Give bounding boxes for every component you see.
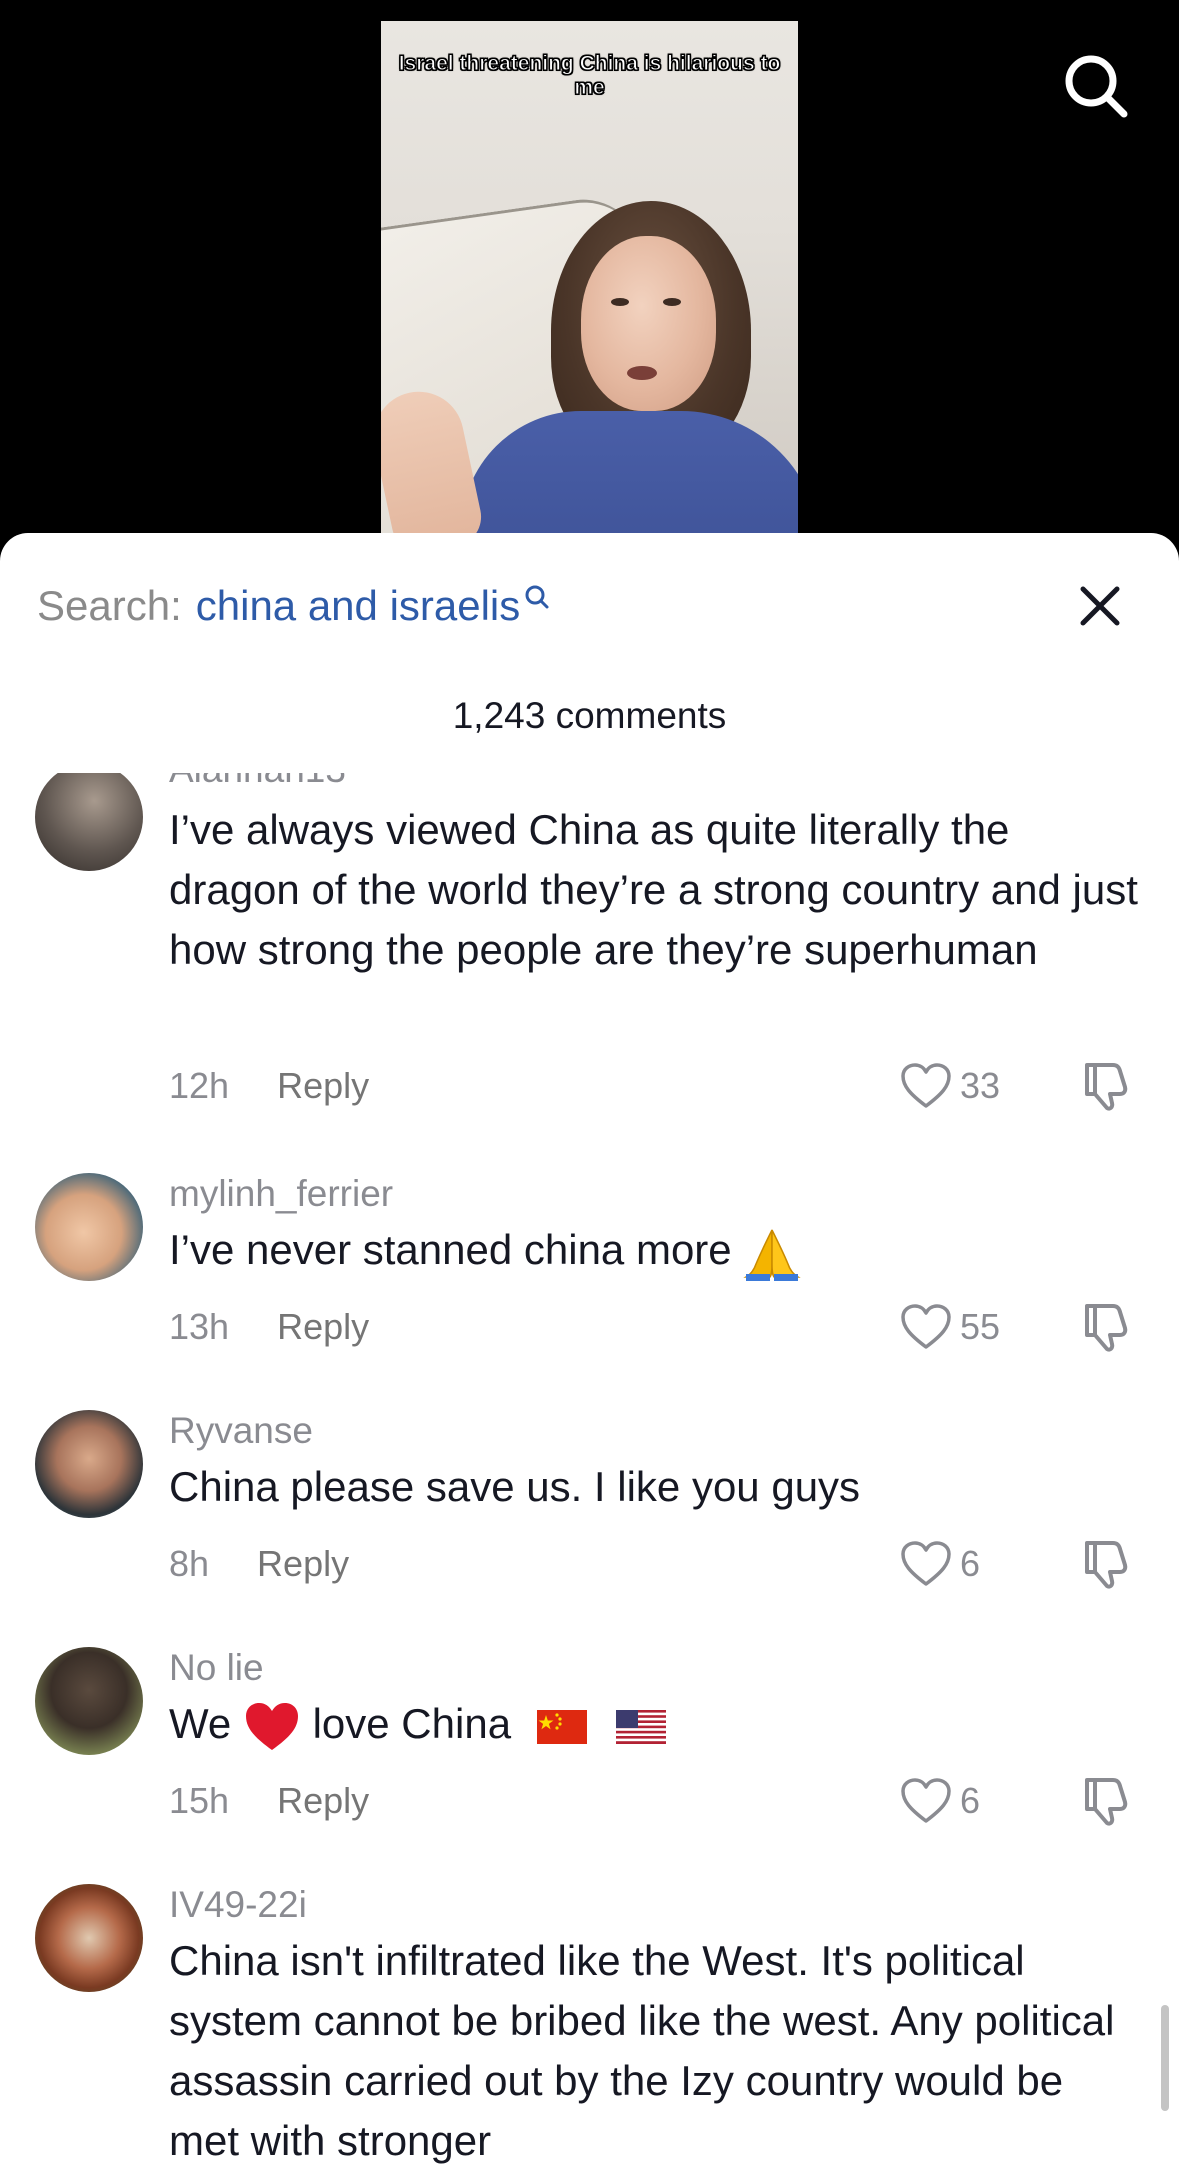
search-suggestion[interactable]: Search: china and israelis [37, 581, 550, 631]
dislike-icon[interactable] [1077, 1298, 1133, 1354]
like-count: 33 [960, 1065, 1001, 1106]
comment-text: We love China [169, 1694, 1144, 1754]
video-caption: Israel threatening China is hilarious to… [398, 52, 781, 100]
comment-username[interactable]: mylinh_ferrier [169, 1173, 393, 1215]
heart-icon [901, 1063, 951, 1108]
reply-button[interactable]: Reply [257, 1543, 349, 1585]
heart-icon [901, 1304, 951, 1349]
video-mouth [627, 366, 657, 380]
like-button[interactable]: 6 [900, 1540, 980, 1588]
folded-hands-icon [743, 1229, 802, 1281]
red-heart-icon [245, 1702, 298, 1750]
comment-meta: 15h Reply [169, 1777, 369, 1825]
comment-text: China isn't infiltrated like the West. I… [169, 1937, 1115, 2164]
comment-text: China please save us. I like you guys [169, 1463, 861, 1510]
search-query-link[interactable]: china and israelis [196, 582, 521, 630]
reply-button[interactable]: Reply [277, 1065, 369, 1107]
scrollbar[interactable] [1161, 2005, 1169, 2111]
like-button[interactable]: 6 [900, 1777, 980, 1825]
dislike-icon[interactable] [1077, 1535, 1133, 1591]
search-small-icon [525, 585, 549, 609]
comment-username[interactable]: No lie [169, 1647, 264, 1689]
comment-text-part: love China [312, 1700, 512, 1747]
search-icon[interactable] [1060, 50, 1132, 122]
comment-username[interactable]: Alannah13 [169, 773, 346, 791]
like-button[interactable]: 33 [900, 1062, 1000, 1110]
reply-button[interactable]: Reply [277, 1780, 369, 1822]
comment-username[interactable]: IV49-22i [169, 1884, 307, 1926]
avatar[interactable] [35, 1884, 143, 1992]
comment-username[interactable]: Ryvanse [169, 1410, 313, 1452]
comment-meta: 12h Reply [169, 1062, 369, 1110]
video-eye [663, 298, 681, 306]
heart-icon [901, 1778, 951, 1823]
comment-text: I’ve always viewed China as quite litera… [169, 806, 1138, 973]
comment-time: 8h [169, 1543, 210, 1584]
search-prefix: Search: [37, 582, 182, 629]
comment-time: 12h [169, 1065, 230, 1106]
avatar[interactable] [35, 773, 143, 871]
comment-text-body: I’ve never stanned china more [169, 1226, 732, 1273]
comments-sheet: Search: china and israelis 1,243 comment… [0, 533, 1179, 2171]
video-eye [611, 298, 629, 306]
comment-time: 13h [169, 1306, 230, 1347]
reply-button[interactable]: Reply [277, 1306, 369, 1348]
like-button[interactable]: 55 [900, 1303, 1000, 1351]
usa-flag-icon [616, 1709, 667, 1744]
video-face [581, 236, 716, 411]
like-count: 6 [960, 1780, 981, 1821]
avatar[interactable] [35, 1173, 143, 1281]
dislike-icon[interactable] [1077, 1772, 1133, 1828]
comment-count: 1,243 comments [452, 695, 727, 736]
heart-icon [901, 1541, 951, 1586]
comment-text: I’ve never stanned china more [169, 1220, 1144, 1282]
like-count: 6 [960, 1543, 981, 1584]
comment-text-part: We [169, 1700, 232, 1747]
comment-time: 15h [169, 1780, 230, 1821]
avatar[interactable] [35, 1410, 143, 1518]
screen: Israel threatening China is hilarious to… [0, 0, 1179, 2171]
close-icon[interactable] [1077, 583, 1123, 629]
like-count: 55 [960, 1306, 1001, 1347]
comment-meta: 8h Reply [169, 1540, 349, 1588]
comment-meta: 13h Reply [169, 1303, 369, 1351]
comment-list[interactable]: Alannah13 I’ve always viewed China as qu… [0, 773, 1179, 2171]
china-flag-icon [536, 1709, 587, 1744]
dislike-icon[interactable] [1077, 1057, 1133, 1113]
avatar[interactable] [35, 1647, 143, 1755]
